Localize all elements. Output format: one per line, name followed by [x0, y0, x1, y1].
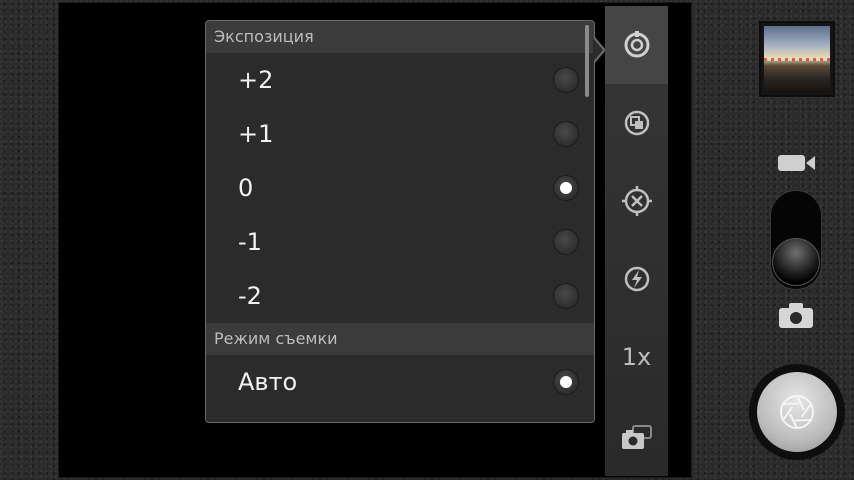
- focus-mode-button[interactable]: [605, 162, 668, 240]
- radio-button[interactable]: [553, 229, 579, 255]
- scene-option-auto[interactable]: Авто: [206, 355, 594, 409]
- camera-toolbar: 1x: [605, 6, 668, 476]
- exposure-option-plus1[interactable]: +1: [206, 107, 594, 161]
- radio-button[interactable]: [553, 67, 579, 93]
- option-label: Авто: [238, 368, 298, 396]
- mode-switch-knob[interactable]: [772, 238, 820, 286]
- thumbnail-image: [764, 26, 830, 92]
- option-label: 0: [238, 174, 254, 202]
- exposure-option-minus1[interactable]: -1: [206, 215, 594, 269]
- aperture-icon: [780, 395, 814, 429]
- video-icon[interactable]: [778, 153, 816, 173]
- camera-switch-icon: [621, 425, 652, 449]
- focus-mode-icon: [621, 186, 652, 216]
- radio-button[interactable]: [553, 283, 579, 309]
- camera-switch-button[interactable]: [605, 398, 668, 476]
- exposure-option-plus2[interactable]: +2: [206, 53, 594, 107]
- option-label: +1: [238, 120, 274, 148]
- exposure-option-minus2[interactable]: -2: [206, 269, 594, 323]
- settings-icon: [624, 31, 649, 58]
- settings-button[interactable]: [605, 6, 668, 84]
- shutter-button[interactable]: [757, 372, 837, 452]
- option-label: -1: [238, 228, 262, 256]
- radio-button-selected[interactable]: [553, 175, 579, 201]
- radio-button[interactable]: [553, 121, 579, 147]
- zoom-button[interactable]: 1x: [605, 318, 668, 396]
- radio-button-selected[interactable]: [553, 369, 579, 395]
- last-photo-thumbnail[interactable]: [759, 21, 835, 97]
- scene-mode-icon: [624, 110, 649, 136]
- exposure-header: Экспозиция: [206, 21, 594, 53]
- photo-icon[interactable]: [779, 302, 813, 328]
- exposure-option-0[interactable]: 0: [206, 161, 594, 215]
- option-label: +2: [238, 66, 274, 94]
- option-label: -2: [238, 282, 262, 310]
- zoom-level: 1x: [621, 343, 652, 371]
- flash-button[interactable]: [605, 240, 668, 318]
- settings-popup-menu: Экспозиция +2 +1 0 -1 -2 Режим съемки Ав…: [205, 20, 595, 423]
- scene-mode-button[interactable]: [605, 84, 668, 162]
- scene-mode-header: Режим съемки: [206, 323, 594, 355]
- flash-auto-icon: [624, 266, 649, 292]
